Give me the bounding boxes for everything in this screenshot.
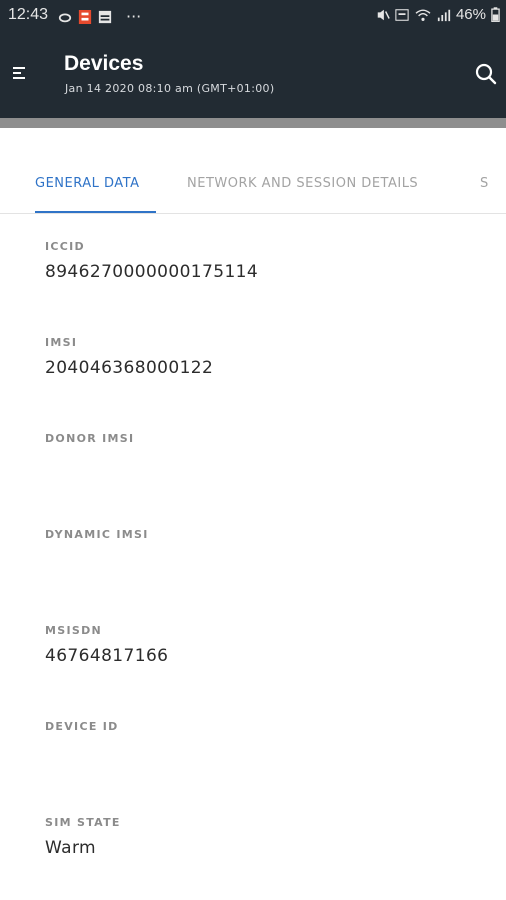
- status-left-icons: ···: [58, 7, 141, 26]
- image-icon: [98, 10, 112, 23]
- status-more: ···: [126, 7, 142, 26]
- status-bar: 12:43 ··· 46%: [0, 0, 506, 34]
- menu-icon[interactable]: [10, 62, 32, 84]
- field-value: 8946270000000175114: [45, 262, 259, 282]
- app-bar: Devices Jan 14 2020 08:10 am (GMT+01:00): [0, 34, 506, 118]
- field-label: ICCID: [45, 240, 85, 253]
- field-label: DEVICE ID: [45, 720, 119, 733]
- tab-network-and-session-details[interactable]: NETWORK AND SESSION DETAILS: [187, 176, 418, 191]
- tab-general-data[interactable]: GENERAL DATA: [35, 176, 140, 191]
- field-label: MSISDN: [45, 624, 103, 637]
- signal-icon: [437, 9, 451, 21]
- page-subtitle: Jan 14 2020 08:10 am (GMT+01:00): [65, 82, 275, 95]
- field-label: DONOR IMSI: [45, 432, 135, 445]
- status-time: 12:43: [8, 6, 49, 23]
- volte-icon: [395, 8, 409, 21]
- field-label: SIM STATE: [45, 816, 121, 829]
- page-title: Devices: [64, 52, 144, 75]
- field-msisdn: MSISDN 46764817166: [45, 624, 168, 666]
- tab-partial[interactable]: S: [480, 176, 489, 191]
- notification-icon: [78, 9, 92, 24]
- field-imsi: IMSI 204046368000122: [45, 336, 213, 378]
- field-sim-state: SIM STATE Warm: [45, 816, 121, 858]
- battery-percent: 46%: [455, 6, 486, 23]
- field-label: DYNAMIC IMSI: [45, 528, 149, 541]
- field-label: IMSI: [45, 336, 78, 349]
- progress-strip: [0, 118, 506, 128]
- field-donor-imsi: DONOR IMSI: [45, 432, 134, 454]
- field-device-id: DEVICE ID: [45, 720, 119, 742]
- mute-icon: [377, 9, 390, 20]
- field-value: 204046368000122: [45, 358, 214, 378]
- status-right: 46%: [376, 6, 500, 23]
- search-icon[interactable]: [474, 62, 498, 86]
- tab-bar: GENERAL DATA NETWORK AND SESSION DETAILS…: [0, 162, 506, 214]
- field-value: 46764817166: [45, 646, 169, 666]
- field-iccid: ICCID 8946270000000175114: [45, 240, 258, 282]
- cloud-icon: [58, 13, 72, 22]
- field-dynamic-imsi: DYNAMIC IMSI: [45, 528, 149, 550]
- battery-icon: [491, 7, 500, 22]
- active-tab-indicator: [35, 211, 156, 213]
- wifi-icon: [415, 8, 431, 21]
- field-value: Warm: [45, 838, 96, 858]
